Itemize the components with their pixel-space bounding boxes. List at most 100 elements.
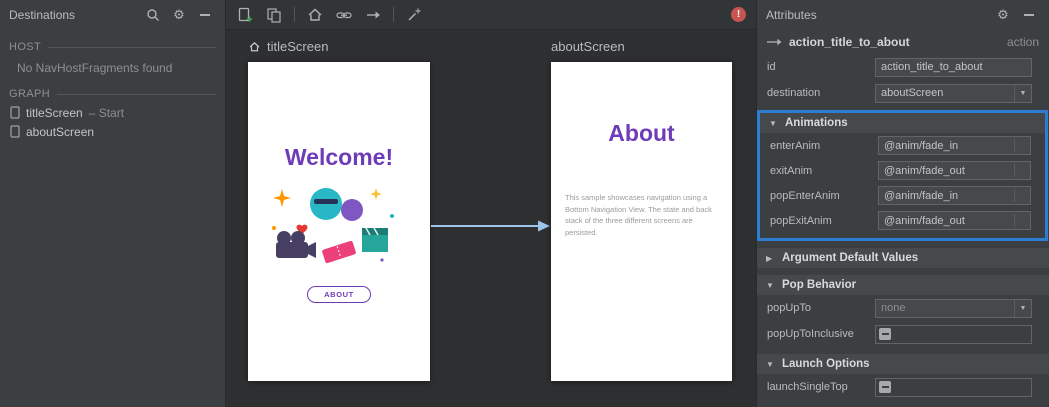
destination-dropdown[interactable]: aboutScreen ▼ (875, 83, 1032, 103)
popUpTo-dropdown[interactable]: none ▼ (875, 298, 1032, 318)
toolbar-divider (294, 7, 295, 22)
section-divider (57, 93, 216, 95)
action-arrow[interactable] (431, 219, 551, 233)
popEnterAnim-combo[interactable]: @anim/fade_in (878, 186, 1031, 205)
toolbar-divider (393, 7, 394, 22)
animations-selection-highlight: ▼ Animations enterAnim @anim/fade_in exi… (757, 110, 1048, 241)
host-empty-message: No NavHostFragments found (17, 61, 173, 75)
destinations-panel: Destinations ⚙ HOST No NavHostFragments … (0, 0, 226, 407)
list-item-suffix: – Start (88, 105, 125, 120)
chevron-down-icon: ▼ (1014, 299, 1031, 317)
minimize-icon[interactable] (194, 5, 216, 25)
gear-icon[interactable]: ⚙ (168, 5, 190, 25)
enterAnim-label: enterAnim (770, 139, 821, 152)
enterAnim-row: enterAnim @anim/fade_in (760, 133, 1045, 158)
about-button: ABOUT (307, 286, 371, 303)
section-title: Animations (785, 117, 848, 129)
destination-icon (10, 106, 20, 119)
pop-behavior-section-header[interactable]: ▼ Pop Behavior (757, 275, 1049, 295)
collapse-icon: ▼ (769, 118, 777, 128)
assign-start-home-icon[interactable] (306, 6, 324, 24)
list-item-label: titleScreen (26, 105, 83, 120)
id-value: action_title_to_about (881, 61, 983, 73)
popExitAnim-row: popExitAnim @anim/fade_out (760, 208, 1045, 233)
launchSingleTop-row: launchSingleTop (757, 374, 1049, 400)
section-divider (48, 46, 216, 48)
host-section-row: HOST (0, 38, 225, 56)
navigation-editor: Destinations ⚙ HOST No NavHostFragments … (0, 0, 1049, 407)
popEnterAnim-row: popEnterAnim @anim/fade_in (760, 183, 1045, 208)
about-heading: About (608, 120, 675, 146)
section-title: Launch Options (782, 358, 870, 370)
auto-arrange-icon[interactable] (405, 6, 423, 24)
enterAnim-combo[interactable]: @anim/fade_in (878, 136, 1031, 155)
launchSingleTop-label: launchSingleTop (767, 381, 848, 393)
welcome-illustration (272, 188, 394, 264)
selected-action-type: action (1006, 35, 1039, 49)
popEnterAnim-label: popEnterAnim (770, 189, 840, 202)
attributes-panel-title: Attributes (766, 8, 817, 22)
exitAnim-combo[interactable]: @anim/fade_out (878, 161, 1031, 180)
deep-link-icon[interactable] (335, 6, 353, 24)
destination-preview-aboutScreen[interactable]: About This sample showcases navigation u… (551, 62, 732, 381)
popUpToInclusive-row: popUpToInclusive (757, 321, 1049, 347)
destination-label-titleScreen[interactable]: titleScreen (248, 39, 328, 54)
action-arrow-icon (767, 38, 782, 46)
destinations-panel-title: Destinations (9, 8, 76, 22)
about-body-text: This sample showcases navigation using a… (565, 193, 712, 237)
list-item-label: aboutScreen (26, 124, 95, 139)
attributes-panel: Attributes ⚙ action_title_to_about actio… (756, 0, 1049, 407)
destination-value: aboutScreen (881, 87, 944, 99)
destination-row: destination aboutScreen ▼ (757, 80, 1049, 106)
indeterminate-checkbox-icon (879, 381, 891, 393)
error-icon[interactable]: ! (731, 7, 746, 22)
destination-label: destination (767, 87, 821, 99)
destination-icon (10, 125, 20, 138)
destination-label-aboutScreen[interactable]: aboutScreen (551, 39, 625, 54)
destination-preview-titleScreen[interactable]: Welcome! ABOUT (248, 62, 430, 381)
launch-options-section-header[interactable]: ▼ Launch Options (757, 354, 1049, 374)
argument-defaults-section-header[interactable]: ▶ Argument Default Values (757, 248, 1049, 268)
popExitAnim-combo[interactable]: @anim/fade_out (878, 211, 1031, 230)
action-icon[interactable] (364, 6, 382, 24)
sidebar-item-aboutScreen[interactable]: aboutScreen (0, 122, 225, 141)
duplicate-icon[interactable] (265, 6, 283, 24)
selected-action-name: action_title_to_about (789, 35, 910, 49)
popEnterAnim-value: @anim/fade_in (884, 189, 959, 202)
popUpTo-row: popUpTo none ▼ (757, 295, 1049, 321)
id-input[interactable]: action_title_to_about (875, 57, 1032, 77)
launchSingleTop-checkbox[interactable] (875, 377, 1032, 397)
canvas-toolbar: ! (226, 0, 756, 30)
exitAnim-row: exitAnim @anim/fade_out (760, 158, 1045, 183)
graph-section-row: GRAPH (0, 85, 225, 103)
popUpTo-value: none (881, 302, 906, 314)
id-label: id (767, 61, 776, 73)
design-canvas: ! titleScreen Welcome! ABOUT aboutScreen… (226, 0, 756, 407)
exitAnim-value: @anim/fade_out (884, 164, 965, 177)
popExitAnim-value: @anim/fade_out (884, 214, 965, 227)
collapse-icon: ▼ (766, 280, 774, 290)
minimize-icon[interactable] (1018, 5, 1040, 25)
chevron-down-icon: ▼ (1014, 84, 1031, 102)
popUpTo-label: popUpTo (767, 302, 812, 314)
popUpToInclusive-label: popUpToInclusive (767, 328, 854, 340)
home-icon (249, 41, 260, 51)
welcome-heading: Welcome! (284, 144, 394, 170)
search-icon[interactable] (142, 5, 164, 25)
section-title: Pop Behavior (782, 279, 857, 291)
destinations-panel-header: Destinations ⚙ (0, 0, 225, 30)
popUpToInclusive-checkbox[interactable] (875, 324, 1032, 344)
destination-name: titleScreen (267, 39, 329, 54)
expand-icon: ▶ (766, 253, 773, 263)
animations-section-header[interactable]: ▼ Animations (760, 113, 1045, 133)
exitAnim-label: exitAnim (770, 164, 813, 177)
collapse-icon: ▼ (766, 359, 774, 369)
section-title: Argument Default Values (782, 252, 919, 264)
gear-icon[interactable]: ⚙ (992, 5, 1014, 25)
graph-section-label: GRAPH (9, 88, 51, 100)
sidebar-item-titleScreen[interactable]: titleScreen – Start (0, 103, 225, 122)
popExitAnim-label: popExitAnim (770, 214, 832, 227)
selected-action-row: action_title_to_about action (757, 30, 1049, 54)
host-section-label: HOST (9, 41, 42, 53)
new-destination-icon[interactable] (236, 6, 254, 24)
